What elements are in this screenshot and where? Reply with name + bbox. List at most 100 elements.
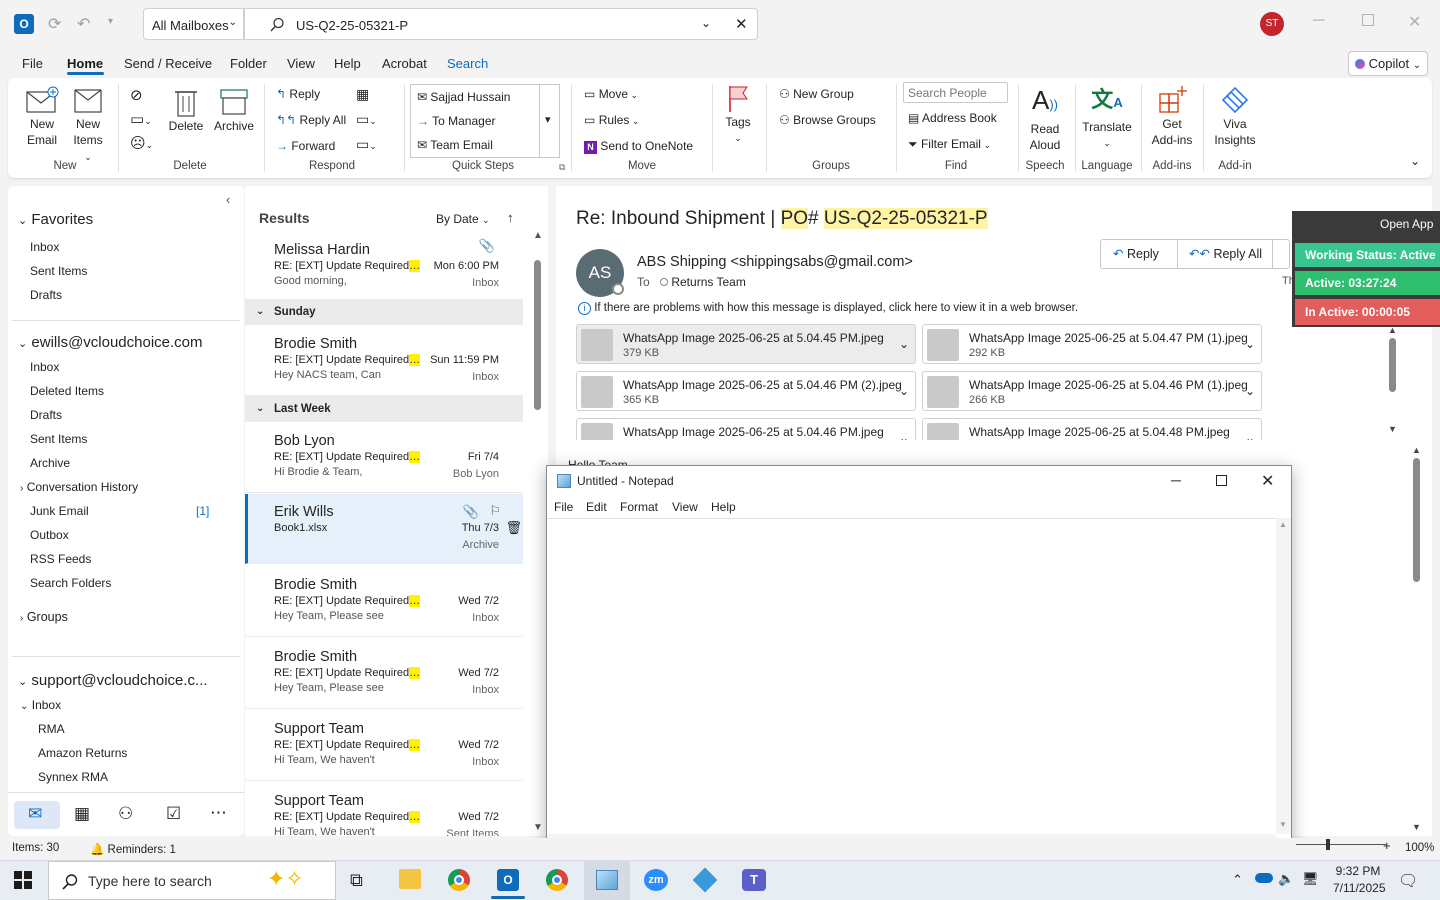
- mailbox-scope-select[interactable]: All Mailboxes ⌄: [143, 8, 244, 40]
- zoom-in-icon[interactable]: +: [1383, 838, 1391, 853]
- minimize-icon[interactable]: ─: [1313, 12, 1324, 30]
- reply-button[interactable]: ↶ Reply: [1101, 240, 1178, 268]
- attachment-1[interactable]: WhatsApp Image 2025-06-25 at 5.04.45 PM.…: [576, 324, 916, 364]
- viva-insights-button[interactable]: Viva Insights: [1208, 84, 1262, 148]
- info-bar[interactable]: i If there are problems with how this me…: [578, 302, 1078, 315]
- archive-button[interactable]: Archive: [212, 86, 256, 134]
- message-list-scrollbar[interactable]: [534, 260, 541, 410]
- attachment-menu-icon[interactable]: ⌄: [1245, 431, 1255, 440]
- ribbon-collapse-icon[interactable]: ⌄: [1410, 154, 1420, 168]
- attachment-menu-icon[interactable]: ⌄: [899, 431, 909, 440]
- restore-icon[interactable]: [1362, 14, 1374, 26]
- delete-message-icon[interactable]: 🗑: [505, 520, 522, 536]
- reminders-button[interactable]: 🔔 Reminders: 1: [90, 842, 176, 856]
- sort-by-date-button[interactable]: By Date ⌄: [436, 212, 490, 226]
- reply-all-button[interactable]: ↶↶ Reply All: [1179, 240, 1273, 268]
- close-window-icon[interactable]: ✕: [1408, 12, 1421, 32]
- folder-archive[interactable]: Archive: [30, 456, 70, 470]
- support-inbox[interactable]: ⌄ Inbox: [20, 698, 61, 712]
- tags-button[interactable]: Tags ⌄: [718, 84, 758, 146]
- onenote-button[interactable]: N Send to OneNote: [584, 139, 693, 154]
- attachment-menu-icon[interactable]: ⌄: [1245, 384, 1255, 398]
- zoom-app-icon[interactable]: zm: [644, 869, 668, 891]
- reply-button[interactable]: ↰ Reply: [276, 87, 320, 101]
- filter-email-button[interactable]: ⏷ Filter Email ⌄: [908, 137, 991, 152]
- fav-drafts[interactable]: Drafts: [30, 288, 62, 302]
- folder-synnex-rma[interactable]: Synnex RMA: [38, 770, 108, 784]
- tab-help[interactable]: Help: [334, 56, 361, 71]
- notepad-minimize-icon[interactable]: ─: [1171, 472, 1181, 488]
- folder-inbox[interactable]: Inbox: [30, 360, 59, 374]
- file-explorer-icon[interactable]: [399, 869, 421, 889]
- attachment-menu-icon[interactable]: ⌄: [899, 337, 909, 351]
- fav-sent-items[interactable]: Sent Items: [30, 264, 87, 278]
- tab-home[interactable]: Home: [67, 56, 103, 71]
- user-avatar[interactable]: ST: [1260, 12, 1284, 36]
- attachment-3[interactable]: WhatsApp Image 2025-06-25 at 5.04.46 PM …: [576, 371, 916, 411]
- notepad-taskbar-icon[interactable]: [596, 870, 618, 890]
- sender-name[interactable]: ABS Shipping <shippingsabs@gmail.com>: [637, 254, 913, 270]
- ignore-icon[interactable]: ⊘: [130, 86, 143, 104]
- dialog-launcher-icon[interactable]: ⧉: [559, 162, 565, 173]
- list-item[interactable]: Support Team RE: [EXT] Update Required… …: [245, 783, 523, 836]
- notepad-close-icon[interactable]: ✕: [1261, 471, 1274, 491]
- show-hidden-icons[interactable]: ⌃: [1232, 872, 1243, 888]
- cleanup-icon[interactable]: ▭⌄: [130, 110, 152, 128]
- search-options-chevron-icon[interactable]: ⌄: [701, 16, 711, 30]
- date-group-last-week[interactable]: ⌄ Last Week: [245, 396, 523, 422]
- attachment-menu-icon[interactable]: ⌄: [899, 384, 909, 398]
- teams-icon[interactable]: T: [742, 869, 766, 891]
- search-people-input[interactable]: Search People: [903, 82, 1008, 103]
- notepad-menu-file[interactable]: File: [554, 500, 573, 514]
- scroll-down-icon[interactable]: ▼: [533, 822, 543, 833]
- chrome-profile-icon[interactable]: [546, 869, 568, 891]
- body-scroll-down-icon[interactable]: ▼: [1412, 822, 1421, 832]
- translate-button[interactable]: 文A Translate ⌄: [1078, 84, 1136, 151]
- list-item[interactable]: Support Team RE: [EXT] Update Required… …: [245, 711, 523, 781]
- flag-icon[interactable]: ⚐: [489, 503, 501, 519]
- tasks-icon[interactable]: ☑: [166, 804, 181, 824]
- people-icon[interactable]: ⚇: [118, 804, 133, 824]
- network-icon[interactable]: 🖥: [1302, 871, 1319, 887]
- sort-direction-icon[interactable]: ↑: [507, 210, 514, 225]
- folder-rma[interactable]: RMA: [38, 722, 65, 736]
- quickstep-to-manager[interactable]: → To Manager: [417, 114, 496, 128]
- folder-junk-email[interactable]: Junk Email: [30, 504, 89, 518]
- quickstep-team-email[interactable]: ✉ Team Email: [417, 138, 493, 152]
- folder-outbox[interactable]: Outbox: [30, 528, 69, 542]
- junk-icon[interactable]: ☹⌄: [130, 134, 153, 152]
- folder-search-folders[interactable]: Search Folders: [30, 576, 111, 590]
- collapse-pane-icon[interactable]: ‹: [226, 192, 230, 207]
- customize-qat-icon[interactable]: ▾: [108, 16, 113, 27]
- folder-amazon-returns[interactable]: Amazon Returns: [38, 746, 127, 760]
- folder-conversation-history[interactable]: › Conversation History: [20, 480, 138, 494]
- folder-sent-items[interactable]: Sent Items: [30, 432, 87, 446]
- account-support-header[interactable]: ⌄ support@vcloudchoice.c...: [18, 672, 208, 689]
- fav-inbox[interactable]: Inbox: [30, 240, 59, 254]
- notepad-menu-format[interactable]: Format: [620, 500, 658, 514]
- onedrive-icon[interactable]: [1255, 873, 1273, 883]
- mail-icon[interactable]: ✉: [28, 804, 42, 824]
- more-apps-icon[interactable]: ⋯: [210, 803, 227, 823]
- attachments-scrollbar[interactable]: [1389, 338, 1396, 392]
- delete-button[interactable]: Delete: [166, 86, 206, 134]
- tab-view[interactable]: View: [287, 56, 315, 71]
- folder-drafts[interactable]: Drafts: [30, 408, 62, 422]
- clock[interactable]: 9:32 PM 7/11/2025: [1333, 864, 1386, 895]
- clear-search-icon[interactable]: ✕: [735, 15, 748, 33]
- notepad-menu-help[interactable]: Help: [711, 500, 736, 514]
- rules-button[interactable]: ▭ Rules ⌄: [584, 113, 639, 127]
- list-item[interactable]: Melissa Hardin RE: [EXT] Update Required…: [245, 232, 523, 302]
- tab-acrobat[interactable]: Acrobat: [382, 56, 427, 71]
- account-ewills-header[interactable]: ⌄ ewills@vcloudchoice.com: [18, 334, 203, 351]
- recipient[interactable]: Returns Team: [660, 275, 746, 289]
- sync-icon[interactable]: ⟳: [48, 14, 61, 34]
- list-item[interactable]: Bob Lyon RE: [EXT] Update Required… Hi B…: [245, 423, 523, 493]
- gallery-expand-icon[interactable]: ▾: [545, 113, 551, 126]
- attachment-5[interactable]: WhatsApp Image 2025-06-25 at 5.04.46 PM.…: [576, 418, 916, 440]
- more-respond-icon[interactable]: ▭⌄: [356, 136, 377, 153]
- list-item[interactable]: Brodie Smith RE: [EXT] Update Required… …: [245, 567, 523, 637]
- body-scrollbar[interactable]: [1413, 458, 1420, 582]
- zoom-slider-track[interactable]: [1296, 844, 1386, 845]
- notepad-text-area[interactable]: [547, 518, 1276, 834]
